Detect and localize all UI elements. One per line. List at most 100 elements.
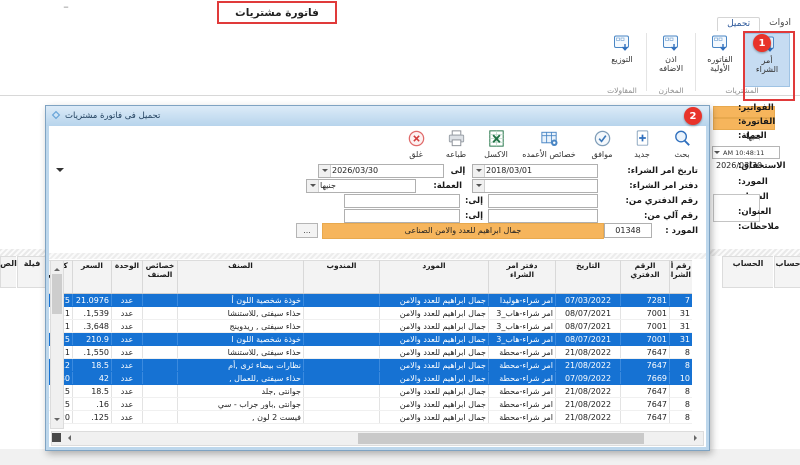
scroll-left-icon[interactable] xyxy=(65,435,71,441)
cell-unit[interactable]: عدد xyxy=(112,307,143,320)
cell-price[interactable]: 18.5 xyxy=(73,385,112,398)
table-row[interactable]: 8764721/08/2022امر شراء-محطةجمال ابراهيم… xyxy=(49,385,692,398)
tab-load[interactable]: تحميل xyxy=(717,17,760,32)
cell-order_no[interactable]: 7 xyxy=(670,294,693,307)
col-unit[interactable]: الوحدة xyxy=(112,261,143,294)
cell-unit[interactable]: عدد xyxy=(112,320,143,333)
cell-props[interactable] xyxy=(143,320,178,333)
col-book[interactable]: دفتر امرالشراء xyxy=(489,261,556,294)
cell-supplier[interactable]: جمال ابراهيم للعدد والامن xyxy=(380,359,489,372)
col-price[interactable]: السعر xyxy=(73,261,112,294)
cell-price[interactable]: 16. xyxy=(73,398,112,411)
cell-book[interactable]: امر شراء-هاب_3 xyxy=(489,307,556,320)
cell-book[interactable]: امر شراء-محطة xyxy=(489,411,556,424)
browse-button[interactable]: ... xyxy=(296,223,318,238)
add-permission-button[interactable]: اذن الاضافه xyxy=(649,33,693,85)
cell-order_no[interactable]: 31 xyxy=(670,333,693,346)
col-date[interactable]: التاريخ xyxy=(556,261,621,294)
cell-supplier[interactable]: جمال ابراهيم للعدد والامن xyxy=(380,398,489,411)
table-row[interactable]: 10766907/09/2022امر شراء-محطةجمال ابراهي… xyxy=(49,372,692,385)
minimize-button[interactable]: – xyxy=(58,1,74,14)
cell-props[interactable] xyxy=(143,385,178,398)
cell-price[interactable]: 1,550. xyxy=(73,346,112,359)
order-book-combo[interactable] xyxy=(472,179,598,193)
cell-unit[interactable]: عدد xyxy=(112,398,143,411)
horizontal-scroll-thumb[interactable] xyxy=(358,433,644,444)
cell-unit[interactable]: عدد xyxy=(112,359,143,372)
cell-ledger_no[interactable]: 7001 xyxy=(621,333,670,346)
cell-price[interactable]: 21.0976 xyxy=(73,294,112,307)
cell-book[interactable]: امر شراء-هوليدا xyxy=(489,294,556,307)
cell-rep[interactable] xyxy=(304,398,380,411)
cell-unit[interactable]: عدد xyxy=(112,294,143,307)
col-props[interactable]: خصائصالصنف xyxy=(143,261,178,294)
table-row[interactable]: 8764721/08/2022امر شراء-محطةجمال ابراهيم… xyxy=(49,411,692,424)
table-row[interactable]: 31700108/07/2021امر شراء-هاب_3جمال ابراه… xyxy=(49,333,692,346)
cell-item[interactable]: حذاء سيفتى ,للعمال , xyxy=(178,372,304,385)
cell-rep[interactable] xyxy=(304,320,380,333)
dropdown-caret-icon[interactable] xyxy=(56,168,64,176)
scroll-up-icon[interactable] xyxy=(54,265,60,271)
cell-book[interactable]: امر شراء-هاب_3 xyxy=(489,333,556,346)
cell-book[interactable]: امر شراء-محطة xyxy=(489,346,556,359)
cell-ledger_no[interactable]: 7001 xyxy=(621,320,670,333)
ledger-from-input[interactable] xyxy=(488,194,598,208)
print-button[interactable]: طباعه xyxy=(436,128,476,164)
cell-order_no[interactable]: 8 xyxy=(670,398,693,411)
cell-ledger_no[interactable]: 7647 xyxy=(621,411,670,424)
time-combo[interactable]: 10:48:11 AM xyxy=(712,146,780,159)
scrollbar-grip[interactable] xyxy=(52,433,61,442)
table-row[interactable]: 8764721/08/2022امر شراء-محطةجمال ابراهيم… xyxy=(49,346,692,359)
cell-ledger_no[interactable]: 7647 xyxy=(621,346,670,359)
cell-book[interactable]: امر شراء-محطة xyxy=(489,385,556,398)
cell-date[interactable]: 21/08/2022 xyxy=(556,359,621,372)
col-rep[interactable]: المندوب xyxy=(304,261,380,294)
auto-to-input[interactable] xyxy=(344,209,460,223)
cell-item[interactable]: حذاء سيفتى ,للاستنشا xyxy=(178,307,304,320)
cell-unit[interactable]: عدد xyxy=(112,411,143,424)
cell-ledger_no[interactable]: 7647 xyxy=(621,359,670,372)
cell-order_no[interactable]: 31 xyxy=(670,320,693,333)
cell-date[interactable]: 21/08/2022 xyxy=(556,385,621,398)
cell-rep[interactable] xyxy=(304,385,380,398)
cell-book[interactable]: امر شراء-هاب_3 xyxy=(489,320,556,333)
cell-item[interactable]: خوذة شخصية اللون أ xyxy=(178,294,304,307)
cell-supplier[interactable]: جمال ابراهيم للعدد والامن xyxy=(380,385,489,398)
cell-rep[interactable] xyxy=(304,333,380,346)
column-properties-button[interactable]: خصائص الأعمده xyxy=(516,128,582,164)
cell-ledger_no[interactable]: 7281 xyxy=(621,294,670,307)
cell-price[interactable]: 125. xyxy=(73,411,112,424)
cell-unit[interactable]: عدد xyxy=(112,333,143,346)
cell-props[interactable] xyxy=(143,398,178,411)
cell-ledger_no[interactable]: 7647 xyxy=(621,398,670,411)
ok-button[interactable]: موافق xyxy=(582,128,622,164)
ledger-to-input[interactable] xyxy=(344,194,460,208)
table-row[interactable]: 31700108/07/2021امر شراء-هاب_3جمال ابراه… xyxy=(49,307,692,320)
cell-supplier[interactable]: جمال ابراهيم للعدد والامن xyxy=(380,307,489,320)
cell-price[interactable]: 1,539. xyxy=(73,307,112,320)
cell-price[interactable]: 3,648. xyxy=(73,320,112,333)
cell-props[interactable] xyxy=(143,346,178,359)
cell-rep[interactable] xyxy=(304,411,380,424)
table-row[interactable]: 31700108/07/2021امر شراء-هاب_3جمال ابراه… xyxy=(49,320,692,333)
cell-book[interactable]: امر شراء-محطة xyxy=(489,359,556,372)
close-button[interactable]: غلق xyxy=(396,128,436,164)
cell-ledger_no[interactable]: 7001 xyxy=(621,307,670,320)
cell-date[interactable]: 07/09/2022 xyxy=(556,372,621,385)
cell-date[interactable]: 08/07/2021 xyxy=(556,333,621,346)
cell-date[interactable]: 21/08/2022 xyxy=(556,346,621,359)
cell-rep[interactable] xyxy=(304,294,380,307)
cell-supplier[interactable]: جمال ابراهيم للعدد والامن xyxy=(380,333,489,346)
supplier-code-input[interactable]: 01348 xyxy=(604,223,652,238)
cell-item[interactable]: فيست 2 لون , xyxy=(178,411,304,424)
cell-price[interactable]: 18.5 xyxy=(73,359,112,372)
cell-order_no[interactable]: 8 xyxy=(670,346,693,359)
cell-date[interactable]: 08/07/2021 xyxy=(556,307,621,320)
initial-invoice-button[interactable]: الفاتوره الأولية xyxy=(698,33,742,85)
cell-supplier[interactable]: جمال ابراهيم للعدد والامن xyxy=(380,294,489,307)
cell-date[interactable]: 08/07/2021 xyxy=(556,320,621,333)
cell-unit[interactable]: عدد xyxy=(112,346,143,359)
cell-order_no[interactable]: 8 xyxy=(670,385,693,398)
scroll-right-icon[interactable] xyxy=(694,435,700,441)
cell-supplier[interactable]: جمال ابراهيم للعدد والامن xyxy=(380,320,489,333)
